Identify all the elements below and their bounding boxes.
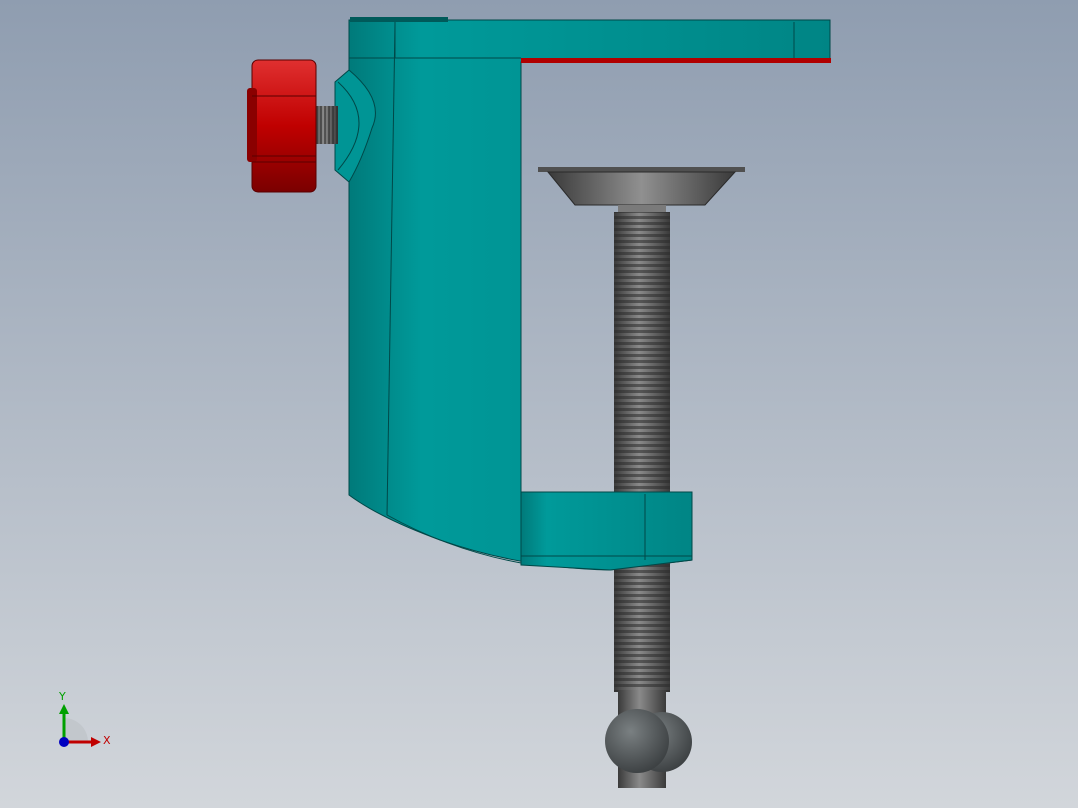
pad-cone	[546, 171, 737, 206]
triad-y-label: Y	[58, 690, 66, 703]
knob-rim	[247, 88, 257, 162]
cad-scene[interactable]: Y X	[0, 0, 1078, 808]
triad-x-label: X	[103, 734, 111, 747]
cad-viewport[interactable]: Y X	[0, 0, 1078, 808]
lower-jaw	[520, 491, 693, 571]
t-handle[interactable]	[605, 709, 692, 773]
pad-neck	[618, 205, 666, 213]
handle-ball-front[interactable]	[605, 709, 669, 773]
triad-z-axis	[59, 737, 69, 747]
knob-body[interactable]	[251, 59, 317, 193]
pad-plate	[538, 167, 745, 172]
screw-thread	[614, 212, 670, 692]
accent-strip	[521, 58, 831, 63]
top-cap	[350, 17, 448, 22]
viewport-background	[0, 0, 1078, 808]
